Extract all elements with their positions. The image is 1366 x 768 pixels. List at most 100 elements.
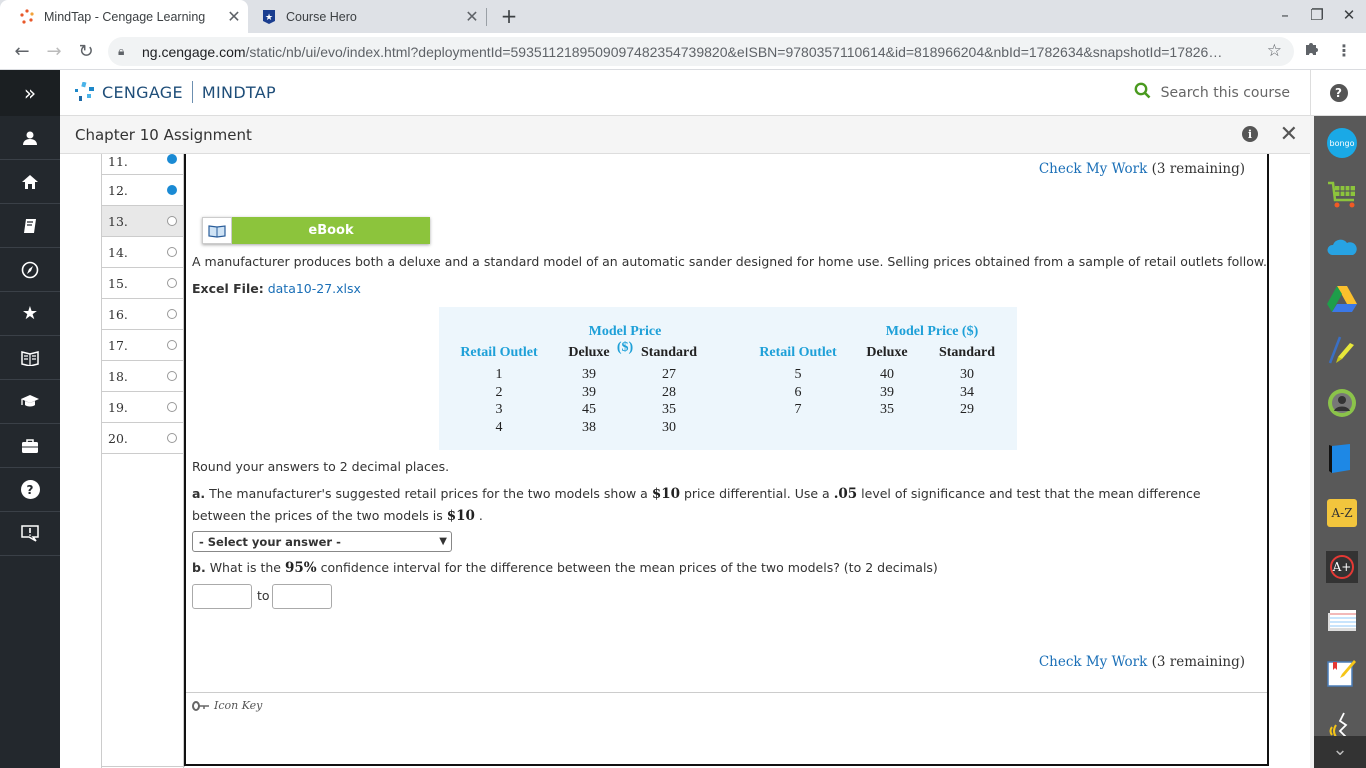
briefcase-icon[interactable] (0, 424, 60, 468)
question-item-17[interactable]: 17. (102, 330, 183, 361)
answered-status-icon (167, 154, 177, 164)
question-item-16[interactable]: 16. (102, 299, 183, 330)
google-drive-icon[interactable] (1325, 282, 1359, 316)
favorites-star-icon[interactable]: ★ (0, 292, 60, 336)
feedback-icon[interactable] (0, 512, 60, 556)
flashcards-icon[interactable] (1325, 604, 1359, 638)
address-bar-row: ← → ↻ 🔒︎ ng.cengage.com/static/nb/ui/evo… (0, 33, 1366, 70)
question-number: 17. (108, 337, 128, 353)
excel-file-link[interactable]: data10-27.xlsx (268, 281, 361, 296)
unanswered-status-icon (167, 278, 177, 288)
col-header-standard: Standard (938, 345, 996, 360)
profile-icon[interactable] (1325, 386, 1359, 420)
notes-icon[interactable] (1325, 656, 1359, 690)
minimize-button[interactable]: – (1272, 6, 1298, 24)
check-my-work-link[interactable]: Check My Work (1039, 654, 1148, 670)
col-header-outlet: Retail Outlet (460, 345, 538, 360)
search-placeholder: Search this course (1160, 85, 1290, 101)
open-book-icon (202, 217, 232, 244)
reload-button[interactable]: ↻ (74, 40, 98, 64)
cell-standard: 28 (662, 385, 676, 400)
close-activity-icon[interactable]: ✕ (1280, 122, 1298, 147)
bookmark-star-icon[interactable]: ☆ (1267, 41, 1282, 61)
question-number: 13. (108, 213, 128, 229)
cengage-mindtap-logo[interactable]: CENGAGE MINDTAP (74, 81, 276, 103)
restore-button[interactable]: ❐ (1304, 6, 1330, 24)
ebook-button[interactable]: eBook (202, 217, 430, 244)
close-tab-icon[interactable]: ✕ (220, 7, 248, 27)
part-a-answer-select[interactable]: - Select your answer - ▼ (192, 531, 452, 552)
tab-course-hero[interactable]: ★ Course Hero ✕ (250, 0, 486, 33)
cell-standard: 30 (960, 367, 974, 382)
question-item-19[interactable]: 19. (102, 392, 183, 423)
question-item-20[interactable]: 20. (102, 423, 183, 454)
answered-status-icon (167, 185, 177, 195)
scroll-tools-down-icon[interactable]: ⌄ (1314, 736, 1366, 768)
new-tab-button[interactable]: + (498, 4, 520, 28)
highlighter-icon[interactable] (1325, 334, 1359, 368)
browser-menu-icon[interactable]: ⋮ (1336, 41, 1352, 60)
unanswered-status-icon (167, 340, 177, 350)
part-b-question: b. What is the 95% confidence interval f… (192, 557, 938, 579)
onedrive-icon[interactable] (1325, 230, 1359, 264)
close-window-button[interactable]: ✕ (1336, 6, 1362, 24)
notebook-icon[interactable] (0, 204, 60, 248)
info-icon[interactable]: i (1242, 126, 1258, 142)
book-icon[interactable] (1325, 442, 1359, 476)
cell-deluxe: 39 (582, 385, 596, 400)
price-differential-value: $10 (651, 486, 680, 502)
ebook-label: eBook (232, 217, 430, 244)
back-button[interactable]: ← (10, 40, 34, 64)
question-item-15[interactable]: 15. (102, 268, 183, 299)
header-help-button[interactable]: ? (1310, 70, 1366, 116)
ebook-reader-icon[interactable] (0, 336, 60, 380)
part-a-text: . (478, 508, 483, 523)
icon-key[interactable]: Icon Key (186, 692, 1267, 712)
question-number: 16. (108, 306, 128, 322)
question-item-18[interactable]: 18. (102, 361, 183, 392)
expand-nav-button[interactable]: » (0, 70, 60, 116)
unanswered-status-icon (167, 402, 177, 412)
cell-standard: 27 (662, 367, 676, 382)
check-my-work-link[interactable]: Check My Work (1039, 161, 1148, 177)
question-item-11[interactable]: 11. (102, 154, 183, 175)
top-header: CENGAGE MINDTAP Search this course (60, 70, 1310, 116)
tab-mindtap[interactable]: MindTap - Cengage Learning ✕ (0, 0, 248, 33)
question-item-14[interactable]: 14. (102, 237, 183, 268)
browser-tab-bar: MindTap - Cengage Learning ✕ ★ Course He… (0, 0, 1366, 33)
significance-level-value: .05 (833, 486, 858, 502)
ci-upper-input[interactable] (272, 584, 332, 609)
graduation-cap-icon[interactable] (0, 380, 60, 424)
question-item-12[interactable]: 12. (102, 175, 183, 206)
cell-outlet: 3 (495, 402, 503, 417)
svg-text:★: ★ (265, 12, 273, 22)
close-tab-icon[interactable]: ✕ (458, 7, 486, 27)
help-icon[interactable]: ? (0, 468, 60, 512)
cart-icon[interactable] (1325, 178, 1359, 212)
unanswered-status-icon (167, 309, 177, 319)
question-number: 19. (108, 399, 128, 415)
compass-icon[interactable] (0, 248, 60, 292)
account-icon[interactable] (0, 116, 60, 160)
tab-divider (486, 8, 487, 26)
home-icon[interactable] (0, 160, 60, 204)
bongo-icon[interactable]: bongo (1325, 126, 1359, 160)
course-search[interactable]: Search this course (1134, 82, 1290, 104)
extensions-icon[interactable] (1303, 41, 1319, 61)
url-field[interactable]: 🔒︎ ng.cengage.com/static/nb/ui/evo/index… (108, 37, 1294, 66)
question-list: 11. 12. 13. 14. 15. 16. 17. 18. 19. 20. (101, 154, 185, 768)
dictionary-az-icon[interactable]: A-Z (1325, 496, 1359, 530)
question-item-13[interactable]: 13. (102, 206, 183, 237)
cell-standard: 29 (960, 402, 974, 417)
excel-file-label: Excel File: (192, 281, 264, 296)
part-a-label: a. (192, 486, 206, 501)
unanswered-status-icon (167, 371, 177, 381)
cell-outlet: 7 (794, 402, 802, 417)
ci-lower-input[interactable] (192, 584, 252, 609)
forward-button[interactable]: → (42, 40, 66, 64)
aplus-icon[interactable]: A+ (1325, 550, 1359, 584)
unanswered-status-icon (167, 433, 177, 443)
cell-outlet: 2 (495, 385, 503, 400)
col-header-deluxe: Deluxe (866, 345, 908, 360)
hypothesized-difference-value: $10 (446, 508, 475, 524)
